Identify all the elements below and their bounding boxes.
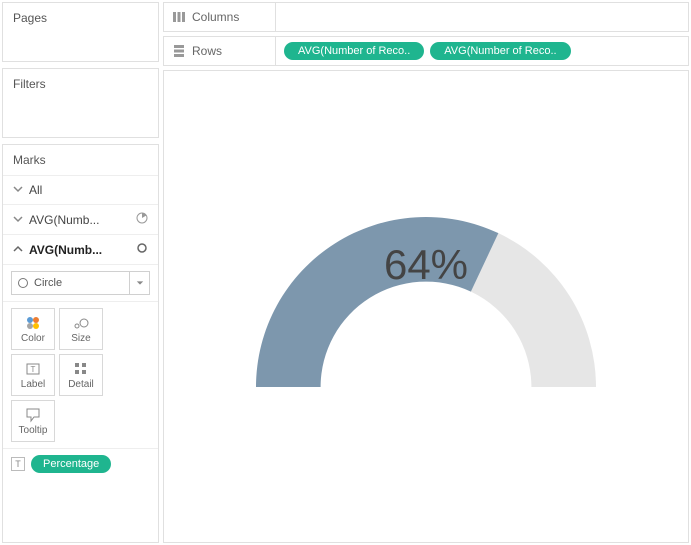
pages-title: Pages <box>3 3 158 33</box>
marks-card-grid: Color Size T Label <box>3 302 158 449</box>
app-root: Pages Filters Marks All AVG(Numb... <box>0 0 691 545</box>
columns-shelf[interactable]: Columns <box>163 2 689 32</box>
rows-icon <box>172 44 186 58</box>
gauge-svg <box>236 177 616 437</box>
color-card[interactable]: Color <box>11 308 55 350</box>
label-icon: T <box>25 361 41 377</box>
tooltip-icon <box>25 407 41 423</box>
chevron-down-icon <box>13 183 29 197</box>
rows-shelf-label: Rows <box>164 37 276 65</box>
viz-canvas[interactable]: 64% <box>163 70 689 543</box>
caret-down-icon <box>136 279 144 287</box>
marktype-label: Circle <box>34 277 62 289</box>
rows-shelf[interactable]: Rows AVG(Number of Reco.. AVG(Number of … <box>163 36 689 66</box>
marks-card: Marks All AVG(Numb... <box>2 144 159 543</box>
label-card[interactable]: T Label <box>11 354 55 396</box>
right-column: Columns Rows AVG(Number of Reco.. AVG(Nu… <box>161 0 691 545</box>
label-encoding-icon[interactable]: T <box>11 457 25 471</box>
columns-shelf-text: Columns <box>192 10 239 24</box>
pie-icon <box>136 212 148 227</box>
columns-shelf-label: Columns <box>164 3 276 31</box>
size-icon <box>73 315 89 331</box>
circle-icon <box>136 242 148 257</box>
marks-layer-1-label: AVG(Numb... <box>29 213 130 227</box>
row-pill-2[interactable]: AVG(Number of Reco.. <box>430 42 570 60</box>
row-pill-1[interactable]: AVG(Number of Reco.. <box>284 42 424 60</box>
gauge-chart: 64% <box>164 71 688 542</box>
marks-layer-2-label: AVG(Numb... <box>29 243 130 257</box>
chevron-down-icon <box>13 213 29 227</box>
marks-title: Marks <box>3 145 158 176</box>
columns-icon <box>172 10 186 24</box>
marks-pill-row: T Percentage <box>3 449 158 479</box>
size-card[interactable]: Size <box>59 308 103 350</box>
gauge-value-label: 64% <box>164 241 688 289</box>
color-icon <box>25 315 41 331</box>
marktype-caret[interactable] <box>130 271 150 295</box>
marks-layer-1[interactable]: AVG(Numb... <box>3 205 158 235</box>
marktype-row: Circle <box>3 265 158 302</box>
rows-shelf-text: Rows <box>192 44 222 58</box>
marks-layer-all[interactable]: All <box>3 176 158 205</box>
detail-card[interactable]: Detail <box>59 354 103 396</box>
color-card-label: Color <box>21 333 45 344</box>
pages-shelf[interactable]: Pages <box>2 2 159 62</box>
circle-icon <box>18 278 28 288</box>
marks-layer-2[interactable]: AVG(Numb... <box>3 235 158 265</box>
tooltip-card-label: Tooltip <box>19 425 48 436</box>
detail-icon <box>73 361 89 377</box>
rows-shelf-body[interactable]: AVG(Number of Reco.. AVG(Number of Reco.… <box>276 37 688 65</box>
detail-card-label: Detail <box>68 379 94 390</box>
marktype-dropdown[interactable]: Circle <box>11 271 130 295</box>
marks-layer-all-label: All <box>29 183 148 197</box>
columns-shelf-body[interactable] <box>276 3 688 31</box>
percentage-pill[interactable]: Percentage <box>31 455 111 473</box>
size-card-label: Size <box>71 333 90 344</box>
left-column: Pages Filters Marks All AVG(Numb... <box>0 0 161 545</box>
label-card-label: Label <box>21 379 45 390</box>
tooltip-card[interactable]: Tooltip <box>11 400 55 442</box>
filters-title: Filters <box>3 69 158 99</box>
chevron-up-icon <box>13 243 29 257</box>
filters-shelf[interactable]: Filters <box>2 68 159 138</box>
svg-text:T: T <box>31 365 36 374</box>
